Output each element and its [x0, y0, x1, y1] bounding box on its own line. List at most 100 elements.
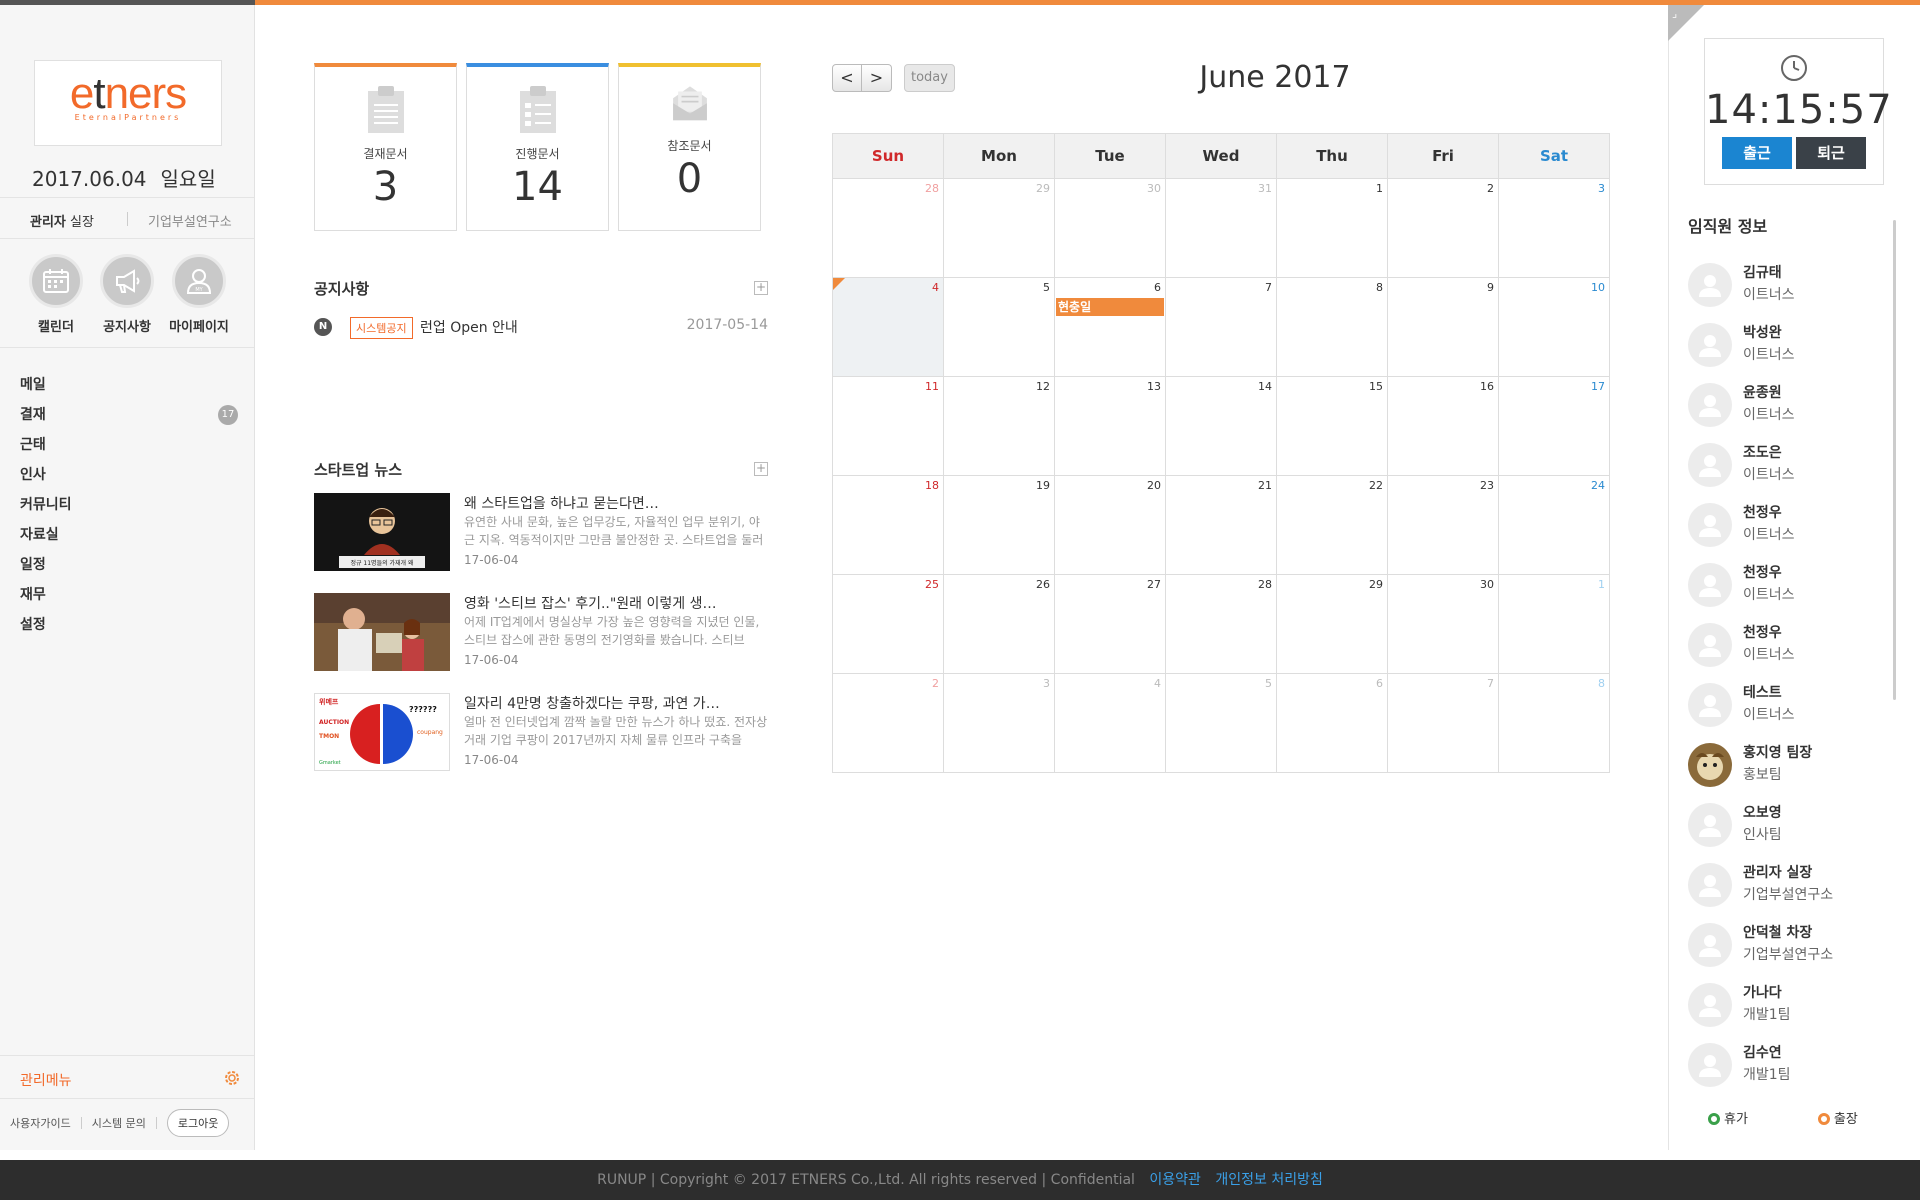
calendar-day-cell[interactable]: 5	[943, 277, 1055, 377]
calendar-day-cell[interactable]: 8	[1498, 673, 1610, 773]
day-number: 3	[1043, 677, 1050, 690]
calendar-today-button[interactable]: today	[904, 64, 955, 92]
calendar-day-cell[interactable]: 4	[1054, 673, 1166, 773]
calendar-day-cell[interactable]: 3	[943, 673, 1055, 773]
calendar-day-cell[interactable]: 14	[1165, 376, 1277, 476]
calendar-day-cell[interactable]: 3	[1498, 178, 1610, 278]
admin-menu[interactable]: 관리메뉴	[0, 1055, 254, 1099]
calendar-day-cell[interactable]: 7	[1387, 673, 1499, 773]
check-out-button[interactable]: 퇴근	[1796, 137, 1866, 169]
reference-docs-card[interactable]: 참조문서 0	[618, 63, 761, 231]
calendar-day-cell[interactable]: 19	[943, 475, 1055, 575]
employee-item[interactable]: 천정우 이트너스	[1688, 498, 1888, 548]
employee-name: 홍지영 팀장	[1743, 745, 1813, 761]
approval-docs-card[interactable]: 결재문서 3	[314, 63, 457, 231]
calendar-prev-button[interactable]: <	[832, 64, 862, 92]
calendar-day-cell[interactable]: 28	[832, 178, 944, 278]
employee-item[interactable]: 가나다 개발1팀	[1688, 978, 1888, 1028]
system-inquiry-link[interactable]: 시스템 문의	[92, 1115, 146, 1131]
notice-item[interactable]: N 시스템공지 런업 Open 안내 2017-05-14	[314, 316, 768, 339]
employee-item[interactable]: 관리자 실장 기업부설연구소	[1688, 858, 1888, 908]
employee-item[interactable]: 조도은 이트너스	[1688, 438, 1888, 488]
menu-item-hr[interactable]: 인사	[20, 465, 240, 495]
news-item[interactable]: 영화 '스티브 잡스' 후기.."원래 이렇게 생… 어제 IT업계에서 명실상…	[314, 593, 768, 671]
menu-item-mail[interactable]: 메일	[20, 375, 240, 405]
calendar-day-cell[interactable]: 30	[1054, 178, 1166, 278]
quick-mypage-button[interactable]: MY 마이페이지	[169, 254, 229, 335]
calendar-day-cell[interactable]: 8	[1276, 277, 1388, 377]
employee-list-scrollbar[interactable]	[1893, 220, 1896, 700]
user-guide-link[interactable]: 사용자가이드	[10, 1115, 71, 1131]
check-in-button[interactable]: 출근	[1722, 137, 1792, 169]
calendar-day-cell[interactable]: 27	[1054, 574, 1166, 674]
employee-item[interactable]: 김수연 개발1팀	[1688, 1038, 1888, 1088]
terms-link[interactable]: 이용약관	[1149, 1172, 1201, 1188]
calendar-day-cell[interactable]: 13	[1054, 376, 1166, 476]
collapse-icon[interactable]: ⌟	[1672, 7, 1677, 20]
calendar-day-cell[interactable]: 18	[832, 475, 944, 575]
calendar-day-cell[interactable]: 6	[1276, 673, 1388, 773]
calendar-day-cell[interactable]: 7	[1165, 277, 1277, 377]
calendar-next-button[interactable]: >	[862, 64, 892, 92]
calendar-day-cell[interactable]: 15	[1276, 376, 1388, 476]
logout-button[interactable]: 로그아웃	[166, 1109, 230, 1137]
calendar-day-cell[interactable]: 29	[1276, 574, 1388, 674]
calendar-day-cell[interactable]: 16	[1387, 376, 1499, 476]
calendar-day-cell[interactable]: 20	[1054, 475, 1166, 575]
employee-item[interactable]: 테스트 이트너스	[1688, 678, 1888, 728]
employee-item[interactable]: 박성완 이트너스	[1688, 318, 1888, 368]
calendar-day-cell[interactable]: 21	[1165, 475, 1277, 575]
menu-item-finance[interactable]: 재무	[20, 585, 240, 615]
calendar-day-cell[interactable]: 26	[943, 574, 1055, 674]
calendar-day-cell[interactable]: 22	[1276, 475, 1388, 575]
calendar-day-cell[interactable]: 11	[832, 376, 944, 476]
news-item[interactable]: 정규 11명들의 가재개 왜 왜 스타트업을 하냐고 묻는다면… 유연한 사내 …	[314, 493, 768, 571]
menu-item-schedule[interactable]: 일정	[20, 555, 240, 585]
avatar	[1688, 923, 1732, 967]
calendar-day-cell[interactable]: 24	[1498, 475, 1610, 575]
gear-icon[interactable]	[222, 1068, 242, 1088]
calendar-day-cell[interactable]: 2	[832, 673, 944, 773]
calendar-day-cell[interactable]: 2	[1387, 178, 1499, 278]
calendar-day-cell[interactable]: 5	[1165, 673, 1277, 773]
calendar-day-cell[interactable]: 31	[1165, 178, 1277, 278]
privacy-link[interactable]: 개인정보 처리방침	[1215, 1172, 1323, 1188]
quick-calendar-button[interactable]: 캘린더	[26, 254, 86, 335]
news-more-button[interactable]: +	[754, 462, 768, 476]
employee-name: 박성완	[1743, 325, 1782, 341]
day-number: 31	[1258, 182, 1272, 195]
calendar-day-cell[interactable]: 17	[1498, 376, 1610, 476]
employee-item[interactable]: 홍지영 팀장 홍보팀	[1688, 738, 1888, 788]
menu-item-community[interactable]: 커뮤니티	[20, 495, 240, 525]
stat-label: 결재문서	[363, 147, 408, 161]
quick-notice-button[interactable]: 공지사항	[97, 254, 157, 335]
calendar-icon	[43, 269, 69, 293]
employee-item[interactable]: 윤종원 이트너스	[1688, 378, 1888, 428]
calendar-day-cell[interactable]: 30	[1387, 574, 1499, 674]
calendar-day-cell[interactable]: 28	[1165, 574, 1277, 674]
calendar-day-cell[interactable]: 4	[832, 277, 944, 377]
calendar-day-cell[interactable]: 1	[1276, 178, 1388, 278]
etners-logo[interactable]: etners EternalPartners	[34, 60, 222, 146]
calendar-day-cell[interactable]: 1	[1498, 574, 1610, 674]
calendar-day-cell[interactable]: 6 현충일	[1054, 277, 1166, 377]
calendar-day-cell[interactable]: 29	[943, 178, 1055, 278]
employee-item[interactable]: 오보영 인사팀	[1688, 798, 1888, 848]
menu-item-attendance[interactable]: 근태	[20, 435, 240, 465]
calendar-day-cell[interactable]: 9	[1387, 277, 1499, 377]
employee-item[interactable]: 천정우 이트너스	[1688, 618, 1888, 668]
news-item[interactable]: 위메프 AUCTION TMON Gmarket ?????? coupang …	[314, 693, 768, 771]
menu-item-settings[interactable]: 설정	[20, 615, 240, 645]
calendar-day-cell[interactable]: 12	[943, 376, 1055, 476]
notice-more-button[interactable]: +	[754, 281, 768, 295]
calendar-day-cell[interactable]: 10	[1498, 277, 1610, 377]
menu-item-archive[interactable]: 자료실	[20, 525, 240, 555]
employee-item[interactable]: 천정우 이트너스	[1688, 558, 1888, 608]
employee-item[interactable]: 안덕철 차장 기업부설연구소	[1688, 918, 1888, 968]
in-progress-docs-card[interactable]: 진행문서 14	[466, 63, 609, 231]
employee-item[interactable]: 김규태 이트너스	[1688, 258, 1888, 308]
calendar-day-cell[interactable]: 23	[1387, 475, 1499, 575]
calendar-event[interactable]: 현충일	[1056, 298, 1164, 316]
menu-item-approval[interactable]: 결재 17	[20, 405, 240, 435]
calendar-day-cell[interactable]: 25	[832, 574, 944, 674]
